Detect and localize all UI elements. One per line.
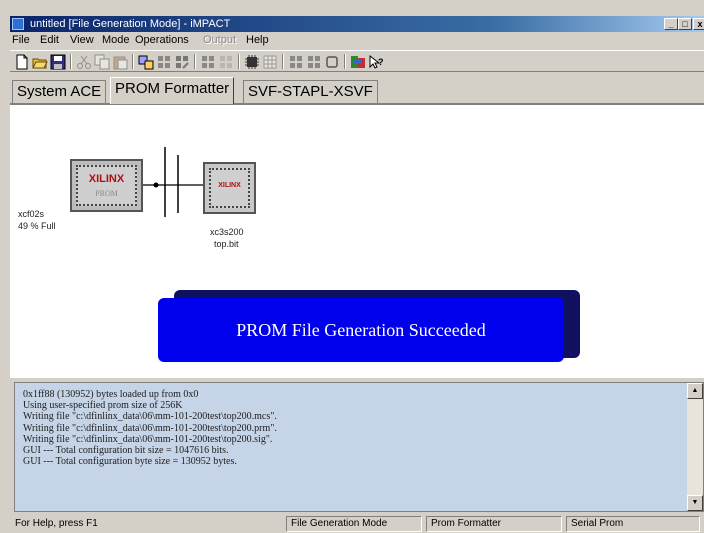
menu-help[interactable]: Help (246, 34, 269, 46)
window-title: untitled [File Generation Mode] - iMPACT (30, 18, 231, 30)
menu-file[interactable]: File (12, 34, 30, 46)
log-scrollbar[interactable]: ▲ ▼ (687, 383, 703, 511)
toolbar-separator (194, 54, 196, 69)
maximize-button[interactable]: □ (678, 18, 692, 30)
menu-bar: File Edit View Mode Operations Output He… (10, 32, 704, 50)
menu-view[interactable]: View (70, 34, 94, 46)
menu-edit[interactable]: Edit (40, 34, 59, 46)
prom-canvas[interactable]: XILINX PROM xcf02s 49 % Full XILINX xc3s… (10, 103, 704, 378)
xilinx-logo: XILINX (218, 182, 241, 189)
title-bar[interactable]: untitled [File Generation Mode] - iMPACT… (10, 16, 704, 32)
cut-icon[interactable] (76, 54, 92, 70)
status-mode: File Generation Mode (286, 516, 422, 532)
mode-tabs: System ACE PROM Formatter SVF-STAPL-XSVF (10, 73, 704, 104)
prom-device[interactable]: XILINX PROM (70, 159, 143, 212)
prom-device-body: XILINX PROM (76, 165, 137, 206)
config-icon[interactable] (350, 54, 366, 70)
app-icon (12, 18, 24, 30)
tab-prom-formatter[interactable]: PROM Formatter (110, 77, 235, 104)
log-line: Writing file "c:\dfinlinx_data\06\mm-101… (23, 422, 277, 434)
copy-icon[interactable] (94, 54, 110, 70)
grid-icon[interactable] (200, 54, 216, 70)
frame-icon[interactable] (324, 54, 340, 70)
menu-output[interactable]: Output (203, 34, 236, 46)
fpga-device-body: XILINX (209, 168, 250, 208)
save-icon[interactable] (50, 54, 66, 70)
table-icon[interactable] (262, 54, 278, 70)
prom-sublabel: PROM (95, 189, 118, 198)
tab-svf-stapl-xsvf[interactable]: SVF-STAPL-XSVF (243, 80, 378, 103)
status-bar: For Help, press F1 File Generation Mode … (10, 514, 704, 533)
new-icon[interactable] (14, 54, 30, 70)
fpga-bit-file: top.bit (214, 239, 239, 249)
scroll-up-arrow-icon[interactable]: ▲ (687, 383, 703, 399)
status-help-text: For Help, press F1 (15, 518, 98, 529)
status-target: Serial Prom (566, 516, 700, 532)
menu-mode[interactable]: Mode (102, 34, 130, 46)
toolbar-separator (282, 54, 284, 69)
fpga-device-name: xc3s200 (210, 227, 244, 237)
log-lines: 0x1ff88 (130952) bytes loaded up from 0x… (23, 389, 277, 467)
paste-icon[interactable] (112, 54, 128, 70)
fpga-device[interactable]: XILINX (203, 162, 256, 214)
svg-text:?: ? (378, 57, 384, 67)
grid-icon[interactable] (306, 54, 322, 70)
log-line: 0x1ff88 (130952) bytes loaded up from 0x… (23, 389, 199, 400)
grid-icon[interactable] (174, 54, 190, 70)
tab-system-ace[interactable]: System ACE (12, 80, 107, 103)
xilinx-logo: XILINX (88, 173, 125, 185)
whats-this-icon[interactable]: ? (368, 54, 384, 70)
output-log[interactable]: 0x1ff88 (130952) bytes loaded up from 0x… (14, 382, 704, 512)
grid-icon[interactable] (218, 54, 234, 70)
scroll-down-arrow-icon[interactable]: ▼ (687, 495, 703, 511)
grid-icon[interactable] (288, 54, 304, 70)
log-line: GUI --- Total configuration bit size = 1… (23, 445, 229, 457)
close-button[interactable]: x (693, 18, 704, 30)
menu-operations[interactable]: Operations (135, 34, 189, 46)
toolbar-separator (70, 54, 72, 69)
impact-window: untitled [File Generation Mode] - iMPACT… (0, 0, 704, 533)
prom-fill-level: 49 % Full (18, 221, 56, 231)
log-line: Writing file "c:\dfinlinx_data\06\mm-101… (23, 433, 273, 445)
open-icon[interactable] (32, 54, 48, 70)
toolbar-separator (238, 54, 240, 69)
minimize-button[interactable]: _ (664, 18, 678, 30)
toolbar: ? (10, 50, 704, 72)
chain-connector (143, 147, 203, 217)
log-line: GUI --- Total configuration byte size = … (23, 456, 237, 468)
toolbar-separator (344, 54, 346, 69)
log-line: Writing file "c:\dfinlinx_data\06\mm-101… (23, 411, 277, 423)
toolbar-separator (132, 54, 134, 69)
prom-device-name: xcf02s (18, 209, 45, 219)
chain-icon[interactable] (138, 54, 154, 70)
status-panel: Prom Formatter (426, 516, 562, 532)
chip-icon[interactable] (244, 54, 260, 70)
success-banner: PROM File Generation Succeeded (158, 298, 564, 362)
grid-icon[interactable] (156, 54, 172, 70)
log-line: Using user-specified prom size of 256K (23, 400, 183, 412)
